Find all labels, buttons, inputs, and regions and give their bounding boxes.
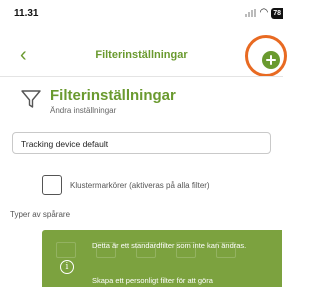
filter-name-field[interactable]: Tracking device default bbox=[12, 132, 271, 154]
wifi-icon: ◠ bbox=[259, 7, 269, 18]
info-banner-text-2: Skapa ett personligt filter för att göra bbox=[92, 276, 213, 285]
filter-funnel-icon bbox=[21, 90, 41, 108]
info-banner-text: Detta är ett standardfilter som inte kan… bbox=[92, 241, 247, 250]
signal-bars-icon bbox=[245, 9, 257, 17]
battery-icon: 78 bbox=[271, 7, 283, 19]
divider bbox=[0, 76, 283, 77]
info-banner: i Detta är ett standardfilter som inte k… bbox=[42, 230, 282, 287]
status-bar: 11.31 ◠ 78 bbox=[0, 0, 283, 28]
nav-title: Filterinställningar bbox=[95, 49, 188, 61]
cluster-markers-checkbox[interactable] bbox=[42, 175, 62, 195]
status-time: 11.31 bbox=[14, 8, 39, 19]
cluster-markers-label: Klustermarkörer (aktiveras på alla filte… bbox=[70, 181, 210, 190]
info-circle-icon: i bbox=[60, 260, 74, 274]
status-icons: ◠ 78 bbox=[245, 7, 283, 19]
nav-bar: ‹ Filterinställningar bbox=[0, 40, 283, 74]
page-title: Filterinställningar bbox=[50, 87, 176, 104]
page-subtitle: Ändra inställningar bbox=[50, 106, 117, 115]
plus-circle-icon[interactable] bbox=[262, 51, 280, 69]
tracker-types-label: Typer av spårare bbox=[10, 210, 71, 219]
